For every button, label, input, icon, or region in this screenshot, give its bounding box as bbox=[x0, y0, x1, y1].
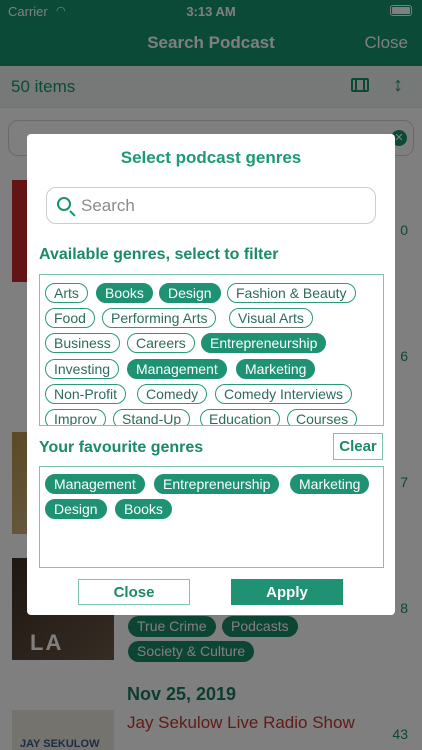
genre-chip-arts[interactable]: Arts bbox=[45, 283, 88, 303]
genre-selection-dialog: Select podcast genres Available genres, … bbox=[27, 134, 395, 615]
favourite-chip-management[interactable]: Management bbox=[45, 474, 145, 494]
genre-search-box[interactable] bbox=[46, 187, 376, 224]
favourite-chip-entrepreneurship[interactable]: Entrepreneurship bbox=[154, 474, 280, 494]
available-genres-list[interactable]: Arts Books Design Fashion & Beauty Food … bbox=[39, 274, 384, 426]
favourite-genres-label: Your favourite genres bbox=[39, 439, 204, 456]
favourite-chip-books[interactable]: Books bbox=[115, 499, 172, 519]
close-button[interactable]: Close bbox=[78, 579, 190, 605]
favourite-chip-design[interactable]: Design bbox=[45, 499, 107, 519]
genre-chip-investing[interactable]: Investing bbox=[45, 359, 120, 379]
genre-chip-marketing[interactable]: Marketing bbox=[236, 359, 316, 379]
genre-chip-food[interactable]: Food bbox=[45, 308, 95, 328]
available-genres-label: Available genres, select to filter bbox=[39, 246, 279, 263]
genre-chip-books[interactable]: Books bbox=[96, 283, 153, 303]
genre-chip-education[interactable]: Education bbox=[200, 409, 281, 425]
genre-chip-fashion-beauty[interactable]: Fashion & Beauty bbox=[227, 283, 356, 303]
genre-chip-entrepreneurship[interactable]: Entrepreneurship bbox=[201, 333, 327, 353]
apply-button[interactable]: Apply bbox=[231, 579, 343, 605]
genre-chip-design[interactable]: Design bbox=[159, 283, 221, 303]
genre-chip-visual-arts[interactable]: Visual Arts bbox=[229, 308, 313, 328]
genre-chip-business[interactable]: Business bbox=[45, 333, 120, 353]
genre-chip-non-profit[interactable]: Non-Profit bbox=[45, 384, 127, 404]
dialog-title: Select podcast genres bbox=[120, 148, 302, 167]
search-icon bbox=[57, 197, 71, 211]
genre-chip-management[interactable]: Management bbox=[127, 359, 227, 379]
favourite-chip-marketing[interactable]: Marketing bbox=[290, 474, 370, 494]
genre-chip-courses[interactable]: Courses bbox=[287, 409, 358, 425]
genre-search-input[interactable] bbox=[81, 188, 361, 223]
genre-chip-performing-arts[interactable]: Performing Arts bbox=[102, 308, 217, 328]
genre-chip-improv[interactable]: Improv bbox=[45, 409, 106, 425]
genre-chip-stand-up[interactable]: Stand-Up bbox=[113, 409, 191, 425]
genre-chip-comedy-interviews[interactable]: Comedy Interviews bbox=[215, 384, 353, 404]
favourite-genres-list[interactable]: Management Entrepreneurship Marketing De… bbox=[39, 466, 384, 568]
clear-favourites-button[interactable]: Clear bbox=[333, 433, 383, 460]
genre-chip-comedy[interactable]: Comedy bbox=[137, 384, 208, 404]
genre-chip-careers[interactable]: Careers bbox=[127, 333, 195, 353]
